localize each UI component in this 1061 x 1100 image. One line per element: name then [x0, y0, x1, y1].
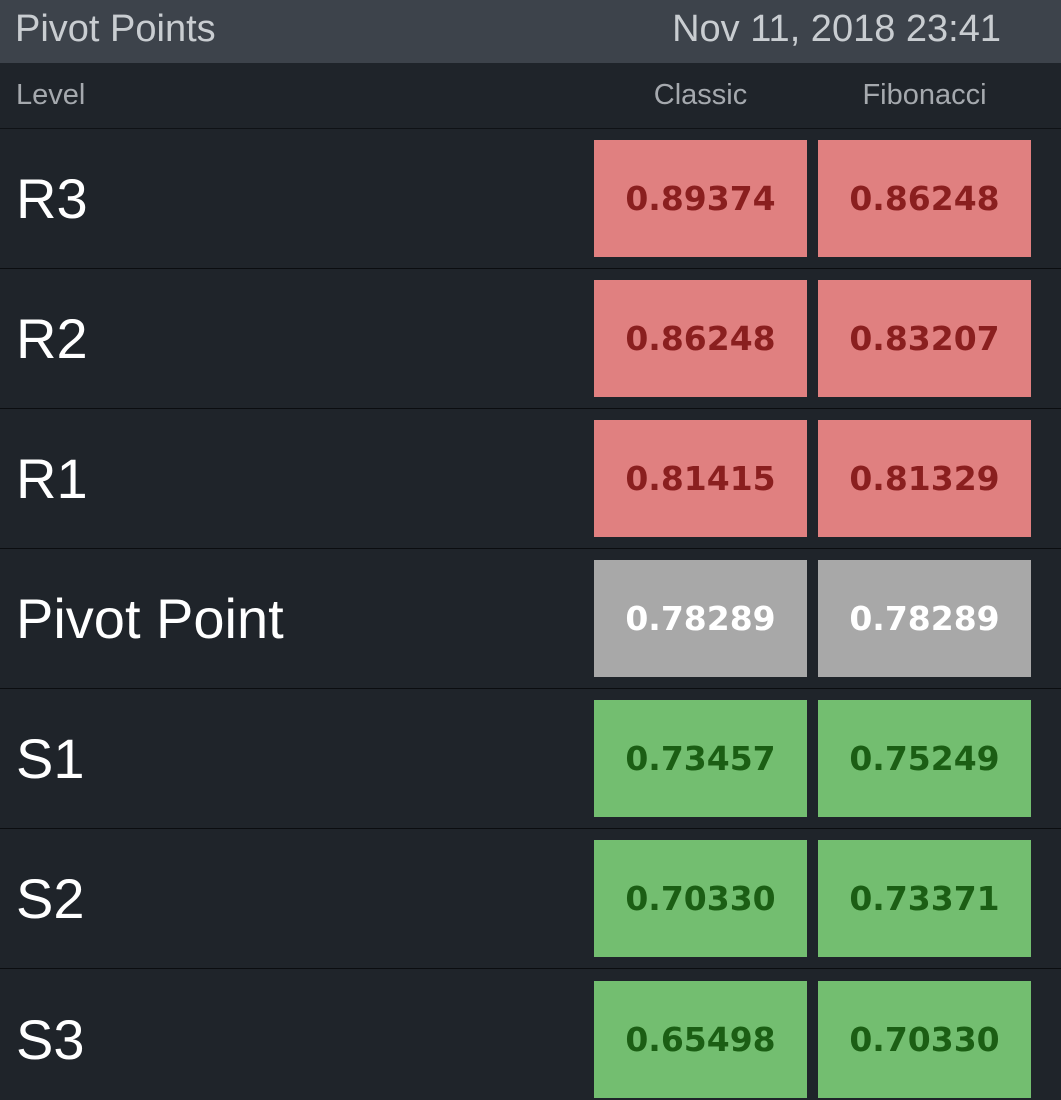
classic-value-cell: 0.81415: [594, 420, 807, 537]
pivot-table-body: R3 0.89374 0.86248 R2 0.86248 0.83207 R1…: [0, 129, 1061, 1100]
level-name: S2: [16, 867, 85, 930]
classic-value-cell: 0.78289: [594, 560, 807, 677]
fibonacci-value-cell: 0.75249: [818, 700, 1031, 817]
column-header-fibonacci: Fibonacci: [862, 79, 987, 111]
level-name: R2: [16, 307, 88, 370]
classic-value-cell: 0.86248: [594, 280, 807, 397]
level-name: S3: [16, 1007, 85, 1071]
level-name: S1: [16, 727, 85, 790]
table-row-pivot: Pivot Point 0.78289 0.78289: [0, 549, 1061, 689]
classic-value-cell: 0.70330: [594, 840, 807, 957]
table-row-r2: R2 0.86248 0.83207: [0, 269, 1061, 409]
pivot-points-screen: Pivot Points Nov 11, 2018 23:41 Level Cl…: [0, 0, 1061, 1100]
top-bar: Pivot Points Nov 11, 2018 23:41: [0, 0, 1061, 63]
page-title: Pivot Points: [15, 8, 216, 50]
table-row-r1: R1 0.81415 0.81329: [0, 409, 1061, 549]
column-header-classic: Classic: [653, 79, 748, 111]
table-row-s1: S1 0.73457 0.75249: [0, 689, 1061, 829]
table-row-r3: R3 0.89374 0.86248: [0, 129, 1061, 269]
timestamp: Nov 11, 2018 23:41: [672, 8, 1001, 50]
fibonacci-value-cell: 0.81329: [818, 420, 1031, 537]
column-header-level: Level: [16, 79, 86, 111]
classic-value-cell: 0.73457: [594, 700, 807, 817]
level-name: R3: [16, 167, 88, 230]
fibonacci-value-cell: 0.83207: [818, 280, 1031, 397]
level-name: Pivot Point: [16, 587, 284, 650]
fibonacci-value-cell: 0.78289: [818, 560, 1031, 677]
fibonacci-value-cell: 0.73371: [818, 840, 1031, 957]
fibonacci-value-cell: 0.86248: [818, 140, 1031, 257]
classic-value-cell: 0.89374: [594, 140, 807, 257]
table-row-s2: S2 0.70330 0.73371: [0, 829, 1061, 969]
table-header: Level Classic Fibonacci: [0, 63, 1061, 129]
level-name: R1: [16, 447, 88, 510]
fibonacci-value-cell: 0.70330: [818, 980, 1031, 1098]
table-row-s3: S3 0.65498 0.70330: [0, 969, 1061, 1100]
classic-value-cell: 0.65498: [594, 980, 807, 1098]
